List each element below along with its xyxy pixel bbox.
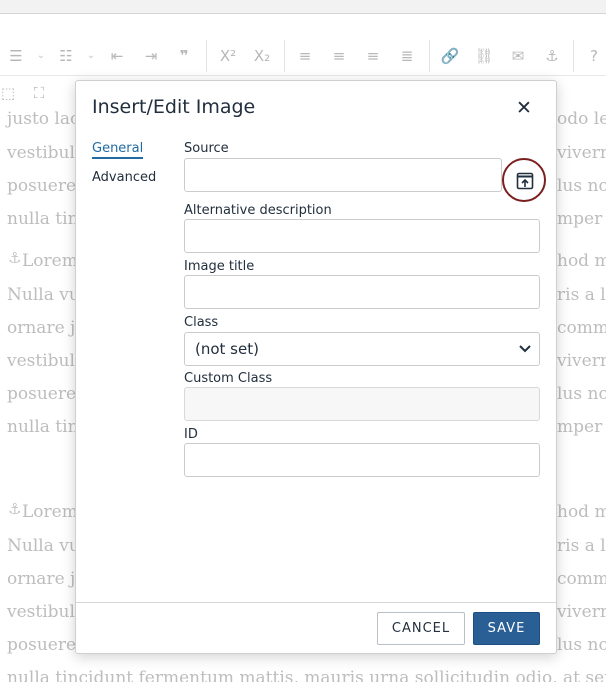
text-fragment: comm [557, 569, 606, 589]
unlink-icon[interactable]: ⛓ [472, 44, 496, 68]
text-fragment: ris a lu [557, 285, 606, 305]
text-fragment: viverra [557, 602, 606, 622]
subscript-icon[interactable]: X₂ [250, 44, 274, 68]
help-icon[interactable]: ? [582, 44, 606, 68]
text-fragment: Nulla vu [7, 536, 80, 556]
title-label: Image title [184, 259, 255, 274]
text-fragment: Nulla vu [7, 285, 80, 305]
chevron-down-icon [519, 345, 531, 353]
text-fragment: posuere. [7, 384, 82, 404]
text-fragment: Lorem [22, 251, 78, 271]
anchor-icon[interactable]: ⚓ [8, 500, 21, 518]
text-fragment: posuere. [7, 635, 82, 655]
class-select-value: (not set) [195, 340, 259, 358]
title-input[interactable] [184, 275, 540, 309]
anchor-icon[interactable]: ⚓ [540, 44, 564, 68]
class-select[interactable]: (not set) [184, 332, 540, 366]
chevron-down-icon[interactable]: ⌄ [85, 44, 97, 68]
text-fragment: hod ma [557, 251, 606, 271]
align-center-icon[interactable]: ≡ [327, 44, 351, 68]
text-fragment: mper n [557, 417, 606, 437]
footer-divider [76, 602, 556, 603]
alt-input[interactable] [184, 219, 540, 253]
tab-general[interactable]: General [92, 141, 144, 159]
numbered-list-icon[interactable]: ☷ [54, 44, 78, 68]
close-icon[interactable]: ✕ [513, 97, 535, 119]
id-input[interactable] [184, 443, 540, 477]
text-fragment: Lorem [22, 502, 78, 522]
chevron-down-icon[interactable]: ⌄ [35, 44, 47, 68]
browse-image-icon [516, 172, 534, 190]
bullet-list-icon[interactable]: ☰ [4, 44, 28, 68]
text-fragment: hod ma [557, 502, 606, 522]
superscript-icon[interactable]: X² [216, 44, 240, 68]
browse-button[interactable] [502, 158, 546, 202]
link-icon[interactable]: 🔗 [438, 44, 462, 68]
text-fragment: ris a lu [557, 536, 606, 556]
text-fragment: lus no [557, 635, 606, 655]
alt-label: Alternative description [184, 203, 332, 218]
text-fragment: comm [557, 318, 606, 338]
dialog-title: Insert/Edit Image [92, 96, 256, 118]
text-fragment: odo lec [557, 109, 606, 129]
resize-icon[interactable]: ⬚ [0, 81, 20, 105]
class-label: Class [184, 315, 219, 330]
email-icon[interactable]: ✉ [506, 44, 530, 68]
text-fragment: justo lac [7, 109, 80, 129]
id-label: ID [184, 427, 198, 442]
insert-image-dialog: Insert/Edit Image ✕ General Advanced Sou… [75, 80, 557, 654]
anchor-icon[interactable]: ⚓ [8, 249, 21, 267]
tab-advanced[interactable]: Advanced [92, 170, 156, 185]
text-fragment: viverra [557, 351, 606, 371]
toolbar-separator [573, 40, 574, 72]
align-justify-icon[interactable]: ≣ [395, 44, 419, 68]
toolbar-separator [429, 40, 430, 72]
toolbar-separator [206, 40, 207, 72]
align-right-icon[interactable]: ≡ [361, 44, 385, 68]
text-fragment: mper n [557, 209, 606, 229]
fullscreen-icon[interactable]: ⛶ [27, 81, 51, 105]
custom-class-label: Custom Class [184, 371, 273, 386]
save-button[interactable]: SAVE [473, 612, 540, 645]
custom-class-input[interactable] [184, 387, 540, 421]
text-line: nulla tincidunt fermentum mattis, mauris… [7, 668, 606, 682]
text-fragment: viverra [557, 143, 606, 163]
source-input[interactable] [184, 158, 502, 192]
align-left-icon[interactable]: ≡ [293, 44, 317, 68]
editor-menubar [0, 0, 606, 14]
toolbar-separator [284, 40, 285, 72]
indent-icon[interactable]: ⇥ [139, 44, 163, 68]
editor-toolbar: ☰ ⌄ ☷ ⌄ ⇤ ⇥ ❞ X² X₂ ≡ ≡ ≡ ≣ 🔗 ⛓ ✉ ⚓ ? [0, 36, 606, 76]
outdent-icon[interactable]: ⇤ [105, 44, 129, 68]
cancel-button[interactable]: CANCEL [377, 612, 465, 645]
text-fragment: lus no [557, 176, 606, 196]
source-label: Source [184, 141, 229, 156]
text-fragment: lus no [557, 384, 606, 404]
text-fragment: posuere. [7, 176, 82, 196]
blockquote-icon[interactable]: ❞ [172, 44, 196, 68]
